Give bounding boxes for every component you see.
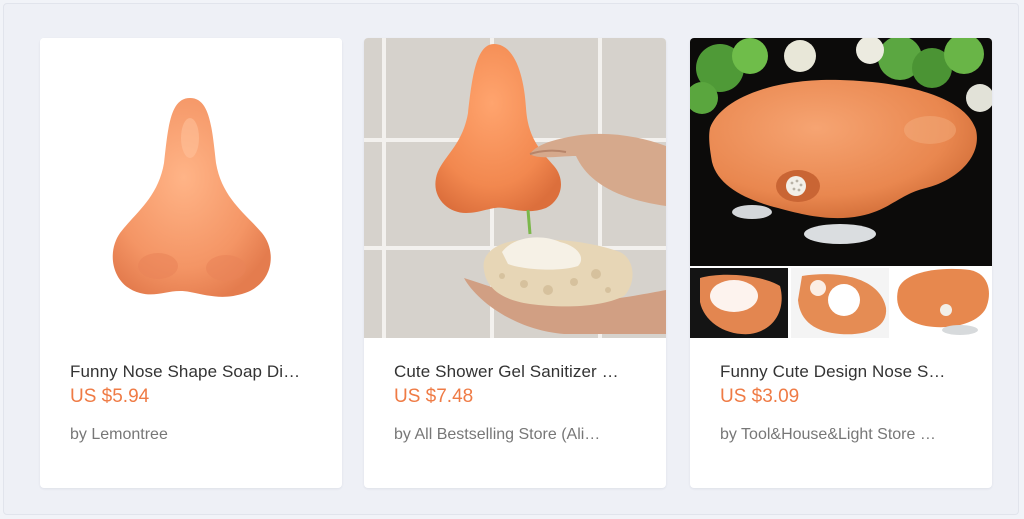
product-title[interactable]: Funny Nose Shape Soap Di… (70, 360, 316, 384)
product-store[interactable]: by Tool&House&Light Store … (720, 424, 966, 446)
product-title[interactable]: Funny Cute Design Nose S… (720, 360, 966, 384)
product-card[interactable]: Cute Shower Gel Sanitizer … US $7.48 by … (364, 38, 666, 488)
product-card[interactable]: Funny Cute Design Nose S… US $3.09 by To… (690, 38, 992, 488)
product-card[interactable]: Funny Nose Shape Soap Di… US $5.94 by Le… (40, 38, 342, 488)
product-grid: Funny Nose Shape Soap Di… US $5.94 by Le… (3, 3, 1019, 515)
product-price: US $7.48 (394, 386, 474, 407)
nose-shower-gel-dispenser-icon[interactable] (364, 38, 666, 338)
nose-soap-holder-collage-icon[interactable] (690, 38, 992, 338)
product-price: US $5.94 (70, 386, 150, 407)
orange-nose-soap-dish-icon[interactable] (40, 38, 342, 338)
product-title[interactable]: Cute Shower Gel Sanitizer … (394, 360, 640, 384)
product-price: US $3.09 (720, 386, 800, 407)
product-store[interactable]: by Lemontree (70, 424, 316, 446)
product-store[interactable]: by All Bestselling Store (Ali… (394, 424, 640, 446)
